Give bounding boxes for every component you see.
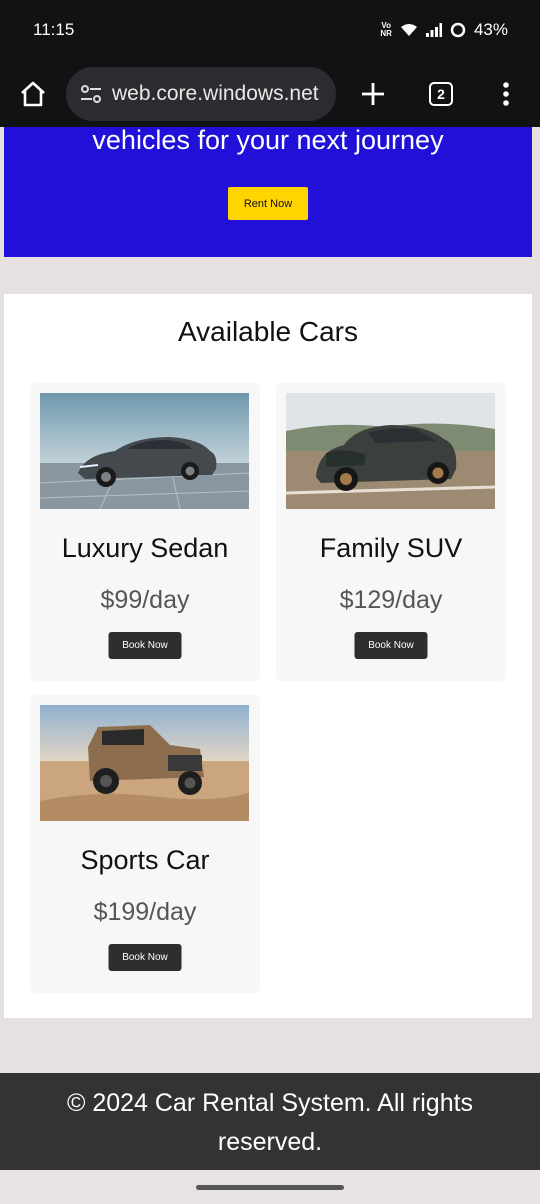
footer: © 2024 Car Rental System. All rights res… [0,1073,540,1170]
new-tab-button[interactable] [336,60,410,127]
suv-image [286,393,495,509]
available-cars-section: Available Cars Luxury Sedan $99/day Book… [4,294,532,1018]
tab-switcher-button[interactable]: 2 [410,60,472,127]
section-title: Available Cars [177,316,359,347]
wifi-icon [400,24,417,36]
volte-icon: Vo NR [380,21,392,38]
car-card-sports-car: Sports Car $199/day Book Now [30,695,260,993]
battery-level: 43% [473,20,508,39]
rent-now-button[interactable]: Rent Now [228,187,308,220]
copyright-text: © 2024 Car Rental System. All rights res… [66,1089,474,1156]
home-icon [21,81,45,106]
signal-icon [425,23,442,37]
overflow-menu-button[interactable] [472,60,540,127]
clock: 11:15 [33,20,75,39]
system-navigation [0,1170,540,1204]
book-now-button[interactable]: Book Now [108,944,182,971]
car-price: $199/day [93,898,197,926]
tab-count: 2 [429,81,453,106]
more-vert-icon [503,81,509,106]
site-settings-icon [81,84,101,103]
status-icons: Vo NR 43% [380,20,508,40]
home-indicator[interactable] [196,1185,344,1190]
sedan-image [40,393,249,509]
sports-car-image [40,705,249,821]
battery-saver-icon [450,22,466,38]
plus-icon [362,82,384,105]
car-name: Luxury Sedan [61,533,229,563]
hero-text: vehicles for your next journey [92,125,444,155]
hero-banner: vehicles for your next journey Rent Now [4,125,532,257]
address-bar[interactable]: web.core.windows.net [66,66,336,121]
home-button[interactable] [0,60,66,127]
browser-toolbar: web.core.windows.net 2 [0,60,540,127]
car-card-luxury-sedan: Luxury Sedan $99/day Book Now [30,383,260,681]
car-name: Family SUV [319,533,463,563]
car-price: $99/day [100,586,190,614]
book-now-button[interactable]: Book Now [108,632,182,659]
status-bar: 11:15 Vo NR 43% [0,0,540,60]
car-card-family-suv: Family SUV $129/day Book Now [276,383,506,681]
book-now-button[interactable]: Book Now [354,632,428,659]
car-price: $129/day [339,586,443,614]
url-text: web.core.windows.net [112,81,319,105]
car-name: Sports Car [80,845,210,875]
